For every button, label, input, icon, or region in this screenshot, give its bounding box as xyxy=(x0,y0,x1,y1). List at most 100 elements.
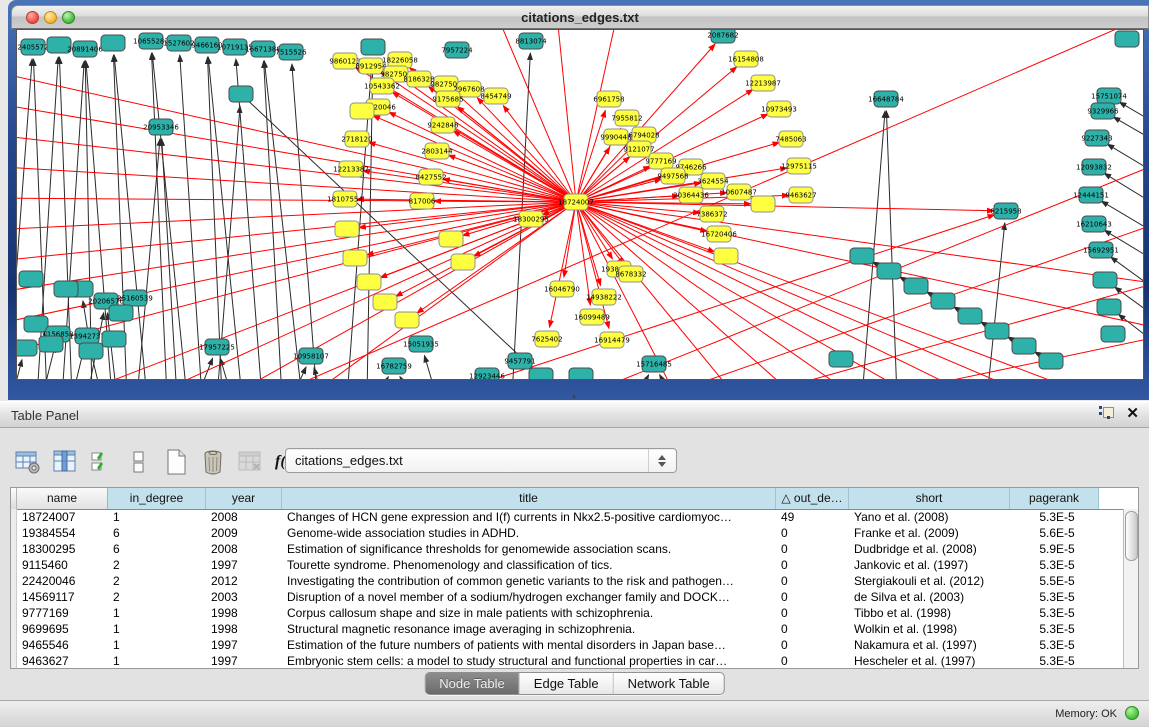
cell-title[interactable]: Changes of HCN gene expression and I(f) … xyxy=(282,509,776,525)
cell-name[interactable]: 9777169 xyxy=(17,605,108,621)
cell-short[interactable]: Jankovic et al. (1997) xyxy=(849,557,1010,573)
graph-node[interactable] xyxy=(529,368,553,379)
cell-name[interactable]: 14569117 xyxy=(17,589,108,605)
cell-in-degree[interactable]: 2 xyxy=(108,589,206,605)
cell-name[interactable]: 22420046 xyxy=(17,573,108,589)
graph-node[interactable] xyxy=(350,103,374,119)
create-new-column-button[interactable] xyxy=(162,447,190,477)
graph-node[interactable]: 9990448 xyxy=(600,129,631,145)
graph-node[interactable]: 12213987 xyxy=(745,75,781,91)
graph-edge[interactable] xyxy=(400,376,412,379)
graph-node[interactable]: 15716485 xyxy=(636,356,672,372)
graph-edge[interactable] xyxy=(1107,144,1143,180)
window-titlebar[interactable]: citations_edges.txt xyxy=(11,5,1149,29)
graph-node[interactable]: 15051935 xyxy=(403,336,439,352)
graph-node[interactable]: 9175685 xyxy=(432,91,463,107)
graph-edge[interactable] xyxy=(377,377,388,379)
graph-edge[interactable] xyxy=(264,61,302,379)
tab-network-table[interactable]: Network Table xyxy=(613,673,724,694)
graph-node[interactable]: 12444151 xyxy=(1073,187,1109,203)
float-panel-icon[interactable] xyxy=(1099,406,1114,421)
graph-edge[interactable] xyxy=(17,134,576,202)
cell-title[interactable]: Investigating the contribution of common… xyxy=(282,573,776,589)
cell-title[interactable]: Disruption of a novel member of a sodium… xyxy=(282,589,776,605)
graph-edge[interactable] xyxy=(373,116,576,202)
graph-node[interactable]: 9497568 xyxy=(657,168,688,184)
cell-short[interactable]: Wolkin et al. (1998) xyxy=(849,621,1010,637)
cell-in-degree[interactable]: 1 xyxy=(108,605,206,621)
graph-node[interactable] xyxy=(1097,299,1121,315)
memory-ok-indicator-icon[interactable] xyxy=(1125,706,1139,720)
table-row[interactable]: 1830029562008Estimation of significance … xyxy=(11,541,1123,557)
table-row[interactable]: 969969511998Structural magnetic resonanc… xyxy=(11,621,1123,637)
graph-node[interactable] xyxy=(343,250,367,266)
graph-edge[interactable] xyxy=(549,202,576,327)
panel-divider-grip[interactable]: ▴ xyxy=(566,392,582,401)
cell-pagerank[interactable]: 5.3E-5 xyxy=(1010,557,1099,573)
cell-name[interactable]: 9115460 xyxy=(17,557,108,573)
graph-node[interactable] xyxy=(1101,326,1125,342)
graph-node[interactable]: 2803144 xyxy=(421,143,453,159)
graph-edge[interactable] xyxy=(455,92,576,202)
cell-out-de-[interactable]: 0 xyxy=(776,637,849,653)
graph-edge[interactable] xyxy=(264,61,282,379)
graph-node[interactable] xyxy=(439,231,463,247)
graph-node[interactable]: 17957225 xyxy=(199,339,235,355)
tab-edge-table[interactable]: Edge Table xyxy=(519,673,613,694)
table-row[interactable]: 2242004622012Investigating the contribut… xyxy=(11,573,1123,589)
graph-node[interactable] xyxy=(102,331,126,347)
cell-title[interactable]: Estimation of significance thresholds fo… xyxy=(282,541,776,557)
graph-node[interactable] xyxy=(109,305,133,321)
graph-edge[interactable] xyxy=(180,55,202,379)
graph-node[interactable] xyxy=(751,196,775,212)
column-header-short[interactable]: short xyxy=(849,488,1010,509)
graph-node[interactable] xyxy=(451,254,475,270)
table-row[interactable]: 946554611997Estimation of the future num… xyxy=(11,637,1123,653)
graph-node[interactable] xyxy=(985,323,1009,339)
graph-node[interactable]: 13942737 xyxy=(69,328,105,344)
graph-edge[interactable] xyxy=(576,44,715,202)
table-row[interactable]: 977716911998Corpus callosum shape and si… xyxy=(11,605,1123,621)
column-header-in-degree[interactable]: in_degree xyxy=(108,488,206,509)
graph-node[interactable]: 9463627 xyxy=(785,187,816,203)
graph-node[interactable]: 6961758 xyxy=(593,91,624,107)
table-row[interactable]: 1938455462009Genome-wide association stu… xyxy=(11,525,1123,541)
graph-edge[interactable] xyxy=(17,202,576,230)
graph-node[interactable]: 7515526 xyxy=(275,44,307,60)
column-header-pagerank[interactable]: pagerank xyxy=(1010,488,1099,509)
graph-edge[interactable] xyxy=(576,202,677,379)
cell-in-degree[interactable]: 6 xyxy=(108,541,206,557)
cell-year[interactable]: 2003 xyxy=(206,589,282,605)
scrollbar-thumb[interactable] xyxy=(1125,511,1138,561)
graph-edge[interactable] xyxy=(1119,102,1143,130)
graph-node[interactable]: 18107554 xyxy=(327,191,363,207)
graph-node[interactable]: 12975115 xyxy=(781,158,817,174)
graph-node[interactable] xyxy=(54,281,78,297)
cell-out-de-[interactable]: 0 xyxy=(776,605,849,621)
graph-node[interactable]: 16154808 xyxy=(728,51,764,67)
column-header-title[interactable]: title xyxy=(282,488,776,509)
graph-node[interactable]: 12923446 xyxy=(469,368,505,379)
graph-edge[interactable] xyxy=(208,57,222,379)
graph-edge[interactable] xyxy=(576,110,605,202)
cell-out-de-[interactable]: 0 xyxy=(776,541,849,557)
graph-edge[interactable] xyxy=(17,198,576,202)
select-all-rows-button[interactable] xyxy=(88,447,116,477)
graph-node[interactable]: 16210643 xyxy=(1076,216,1112,232)
graph-node[interactable] xyxy=(904,278,928,294)
graph-node[interactable]: 9227343 xyxy=(1081,130,1112,146)
graph-edge[interactable] xyxy=(576,202,994,211)
table-row[interactable]: 911546021997Tourette syndrome. Phenomeno… xyxy=(11,557,1123,573)
graph-node[interactable] xyxy=(958,308,982,324)
network-canvas[interactable]: 2405572208914061065528715276029466160107… xyxy=(16,29,1144,380)
graph-node[interactable]: 9329966 xyxy=(1087,103,1119,119)
cell-year[interactable]: 1997 xyxy=(206,557,282,573)
cell-short[interactable]: Hescheler et al. (1997) xyxy=(849,653,1010,668)
cell-pagerank[interactable]: 5.3E-5 xyxy=(1010,637,1099,653)
cell-in-degree[interactable]: 2 xyxy=(108,557,206,573)
graph-node[interactable] xyxy=(714,248,738,264)
cell-year[interactable]: 2009 xyxy=(206,525,282,541)
graph-node[interactable]: 8678332 xyxy=(615,266,646,282)
graph-node[interactable]: 8454749 xyxy=(480,88,511,104)
cell-pagerank[interactable]: 5.3E-5 xyxy=(1010,509,1099,525)
